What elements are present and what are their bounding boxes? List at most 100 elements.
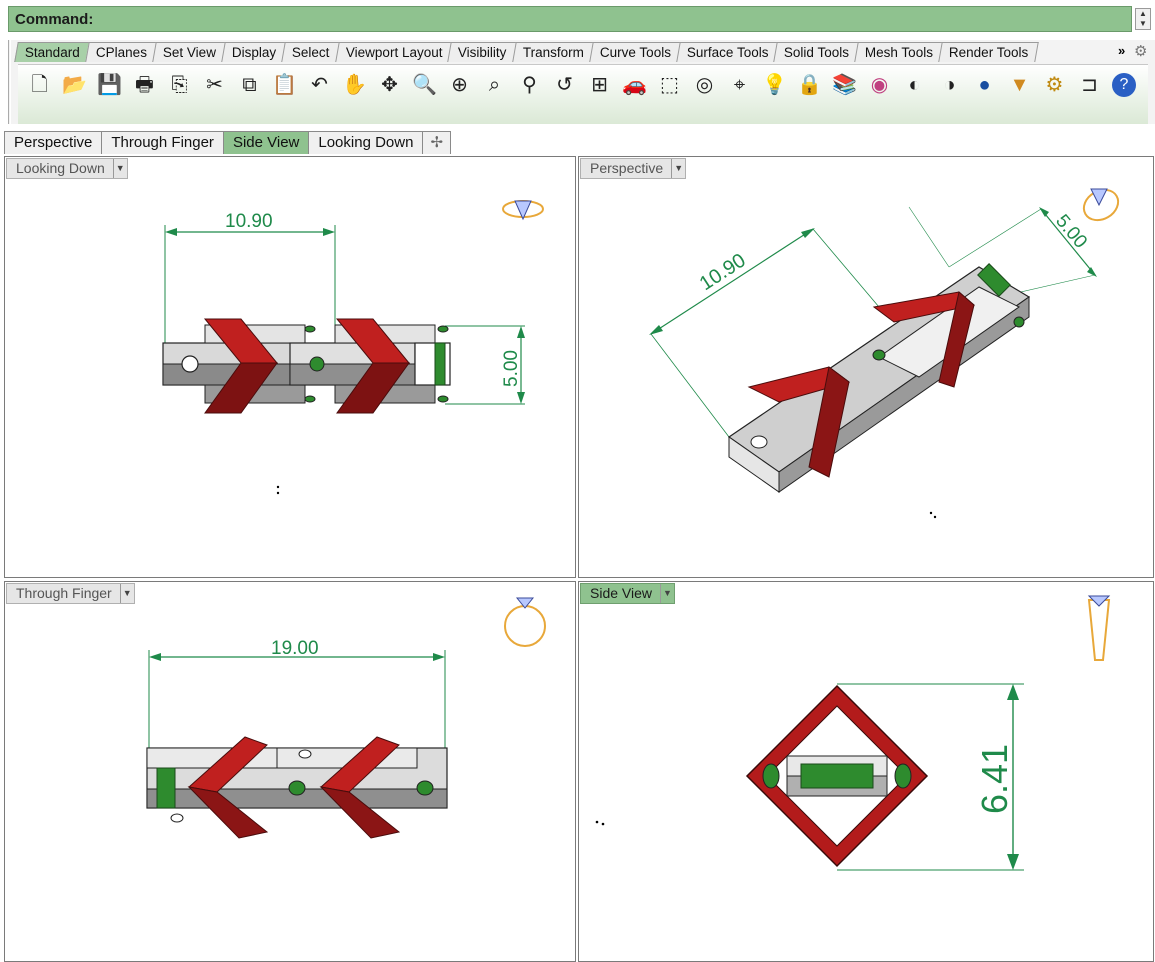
viewport-through-finger[interactable]: 19.00 Through Finger ▼ (4, 581, 576, 962)
toolbar-tab-label: Mesh Tools (865, 45, 934, 60)
viewport-menu-chevron-icon[interactable]: ▼ (660, 584, 674, 603)
zoom-selected-icon[interactable]: ⚲ (512, 69, 547, 101)
toolbar-tab-render-tools[interactable]: Render Tools (938, 42, 1040, 62)
perspective-canvas[interactable]: 10.90 5.00 (579, 157, 1154, 578)
spin-down-icon[interactable]: ▼ (1136, 19, 1150, 29)
toolbar-icons: 🗋 📂 💾 🖶 ⎘ ✂ ⧉ 📋 ↶ ✋ ✥ 🔍 ⊕ ⌕ ⚲ ↺ ⊞ 🚗 ⬚ ◎ ⌖ 💡 🔒 📚 ◉ ◐ ◑ ● ▼ ⚙ ⊐? (18, 64, 1148, 124)
four-viewports-icon[interactable]: ⊞ (582, 69, 617, 101)
toolbar-tab-label: Render Tools (949, 45, 1029, 60)
print-icon[interactable]: 🖶 (127, 69, 162, 101)
command-label: Command: (15, 11, 94, 28)
toolbar-tab-label: Solid Tools (784, 45, 850, 60)
pan-hand-icon[interactable]: ✋ (337, 69, 372, 101)
spin-up-icon[interactable]: ▲ (1136, 9, 1150, 19)
save-icon[interactable]: 💾 (92, 69, 127, 101)
cplane-icon[interactable]: ⬚ (652, 69, 687, 101)
viewport-looking-down[interactable]: 10.90 5.00 Looking Down ▼ (4, 156, 576, 578)
toolbar-tab-label: Standard (24, 45, 80, 60)
toolbar-overflow-button[interactable]: » (1118, 43, 1125, 58)
toolbar-tab-label: Curve Tools (599, 45, 671, 60)
undo-icon[interactable]: ↶ (302, 69, 337, 101)
gear-options-icon[interactable]: ⚙ (1037, 69, 1072, 101)
dimension-height-label: 6.41 (974, 744, 1015, 814)
color-wheel-icon[interactable]: ◉ (862, 69, 897, 101)
import-icon[interactable]: ⎘ (162, 69, 197, 101)
undo-view-icon[interactable]: ↺ (547, 69, 582, 101)
toolbar-tab-transform[interactable]: Transform (511, 42, 595, 62)
circle-point-icon[interactable]: ◎ (687, 69, 722, 101)
toolbar-tab-label: Viewport Layout (345, 45, 443, 60)
toolbar-tab-surface-tools[interactable]: Surface Tools (676, 42, 780, 62)
toolbar-tab-display[interactable]: Display (221, 42, 287, 62)
render-sphere-icon[interactable]: ● (967, 69, 1002, 101)
viewport-title-perspective[interactable]: Perspective ▼ (580, 158, 687, 179)
viewport-title-text: Side View (590, 585, 653, 601)
new-file-icon[interactable]: 🗋 (22, 69, 57, 101)
toolbar-tab-standard[interactable]: Standard (14, 42, 91, 62)
viewport-menu-chevron-icon[interactable]: ▼ (112, 159, 127, 178)
command-bar: Command: ▲ ▼ (0, 0, 1155, 38)
toolbar-settings-icon[interactable]: ⚙ (1134, 42, 1147, 60)
toolbar-tabstrip: Standard CPlanes Set View Display Select View… (14, 42, 1040, 62)
toolbar-tab-label: CPlanes (95, 45, 147, 60)
command-prompt[interactable]: Command: (8, 6, 1132, 32)
perspective-dimension-length-label: 10.90 (696, 249, 750, 295)
ring-orientation-icon (1082, 188, 1120, 222)
rendered-icon[interactable]: ◑ (932, 69, 967, 101)
viewport-tab-side-view[interactable]: Side View (222, 131, 310, 154)
add-viewport-tab-icon[interactable]: ✢ (422, 131, 452, 154)
viewport-title-text: Through Finger (16, 585, 112, 601)
dimension-icon[interactable]: ⊐ (1072, 69, 1107, 101)
ring-orientation-icon (504, 597, 546, 647)
toolbar-tab-visibility[interactable]: Visibility (447, 42, 518, 62)
viewport-menu-chevron-icon[interactable]: ▼ (119, 584, 134, 603)
lock-icon[interactable]: 🔒 (792, 69, 827, 101)
viewport-title-side-view[interactable]: Side View ▼ (580, 583, 676, 604)
toolbar-tab-solid-tools[interactable]: Solid Tools (773, 42, 861, 62)
toolbar-tab-label: Display (231, 45, 277, 60)
ring-orientation-icon (1087, 595, 1111, 661)
help-icon[interactable]: ? (1112, 73, 1136, 97)
toolbar-tab-viewport-layout[interactable]: Viewport Layout (334, 42, 453, 62)
paste-icon[interactable]: 📋 (267, 69, 302, 101)
through-finger-canvas[interactable]: 19.00 (5, 582, 576, 962)
cone-icon[interactable]: ▼ (1002, 69, 1037, 101)
light-bulb-icon[interactable]: 💡 (757, 69, 792, 101)
toolbar-tab-label: Set View (162, 45, 216, 60)
viewport-title-looking-down[interactable]: Looking Down ▼ (6, 158, 128, 179)
zoom-dynamic-icon[interactable]: 🔍 (407, 69, 442, 101)
cut-icon[interactable]: ✂ (197, 69, 232, 101)
zoom-window-icon[interactable]: ⊕ (442, 69, 477, 101)
shade-icon[interactable]: ◐ (897, 69, 932, 101)
viewport-menu-chevron-icon[interactable]: ▼ (671, 159, 685, 178)
toolbar-tab-label: Transform (522, 45, 584, 60)
toolbar-tab-curve-tools[interactable]: Curve Tools (589, 42, 682, 62)
viewport-side-view[interactable]: 6.41 Side View ▼ (578, 581, 1154, 962)
viewport-tab-looking-down[interactable]: Looking Down (308, 131, 424, 154)
zoom-extents-icon[interactable]: ⌕ (477, 69, 512, 101)
command-history-spinner[interactable]: ▲ ▼ (1135, 8, 1151, 30)
viewport-tab-perspective[interactable]: Perspective (4, 131, 103, 154)
looking-down-canvas[interactable]: 10.90 5.00 (5, 157, 576, 578)
osnap-icon[interactable]: ⌖ (722, 69, 757, 101)
viewport-tabs: Perspective Through Finger Side View Lookin… (4, 131, 452, 155)
perspective-dimension-width-label: 5.00 (1051, 211, 1091, 253)
layer-icon[interactable]: 📚 (827, 69, 862, 101)
toolbar-tab-label: Surface Tools (686, 45, 769, 60)
viewport-title-through-finger[interactable]: Through Finger ▼ (6, 583, 135, 604)
side-view-canvas[interactable]: 6.41 (579, 582, 1154, 962)
viewport-perspective[interactable]: 10.90 5.00 Perspective ▼ (578, 156, 1154, 578)
toolbar-tab-cplanes[interactable]: CPlanes (85, 42, 158, 62)
copy-icon[interactable]: ⧉ (232, 69, 267, 101)
car-icon[interactable]: 🚗 (617, 69, 652, 101)
open-folder-icon[interactable]: 📂 (57, 69, 92, 101)
dimension-height-label: 5.00 (501, 350, 522, 387)
ring-orientation-icon (502, 200, 544, 221)
rotate-view-icon[interactable]: ✥ (372, 69, 407, 101)
toolbar-tab-select[interactable]: Select (281, 42, 341, 62)
toolbar-tab-set-view[interactable]: Set View (152, 42, 227, 62)
toolbar-grip[interactable] (8, 40, 11, 124)
dimension-length-label: 19.00 (271, 638, 319, 659)
toolbar-tab-mesh-tools[interactable]: Mesh Tools (854, 42, 945, 62)
viewport-tab-through-finger[interactable]: Through Finger (101, 131, 224, 154)
